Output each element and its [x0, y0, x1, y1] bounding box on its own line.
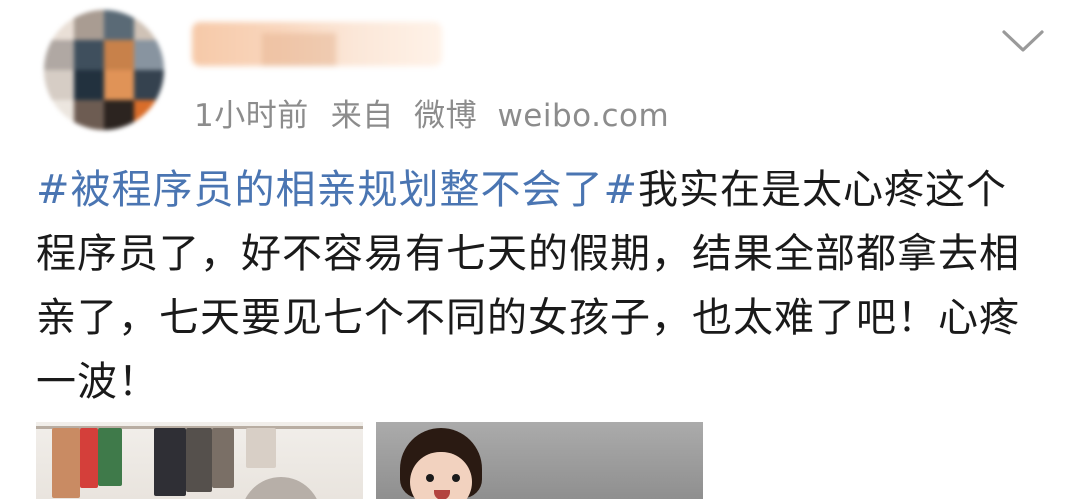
hashtag-link[interactable]: #被程序员的相亲规划整不会了#: [36, 167, 638, 213]
post-image-2[interactable]: [376, 422, 703, 499]
username-obscured[interactable]: ▇▇▇: [192, 22, 442, 66]
cloth-1: [52, 428, 80, 498]
post-image-1[interactable]: [36, 422, 363, 499]
post-source-app[interactable]: 微博: [414, 98, 477, 134]
post-body: #被程序员的相亲规划整不会了#我实在是太心疼这个程序员了，好不容易有七天的假期，…: [36, 158, 1046, 414]
child-eye-left: [426, 474, 434, 482]
avatar[interactable]: [44, 10, 164, 130]
child-mouth: [434, 490, 450, 499]
chevron-down-icon[interactable]: [1000, 24, 1046, 58]
cloth-2: [80, 428, 98, 488]
cloth-3: [98, 428, 122, 486]
chair-back: [241, 477, 321, 499]
cloth-7: [246, 428, 276, 468]
cloth-5: [186, 428, 212, 492]
post-meta: 1小时前 来自 微博 weibo.com: [194, 90, 669, 135]
username-ghost: ▇▇▇: [262, 28, 336, 66]
cloth-6: [212, 428, 234, 488]
post-source-prefix: 来自: [330, 98, 394, 134]
cloth-4: [154, 428, 186, 496]
post-source-domain[interactable]: weibo.com: [497, 98, 669, 134]
post-time: 1小时前: [194, 98, 309, 134]
child-eye-right: [452, 474, 460, 482]
